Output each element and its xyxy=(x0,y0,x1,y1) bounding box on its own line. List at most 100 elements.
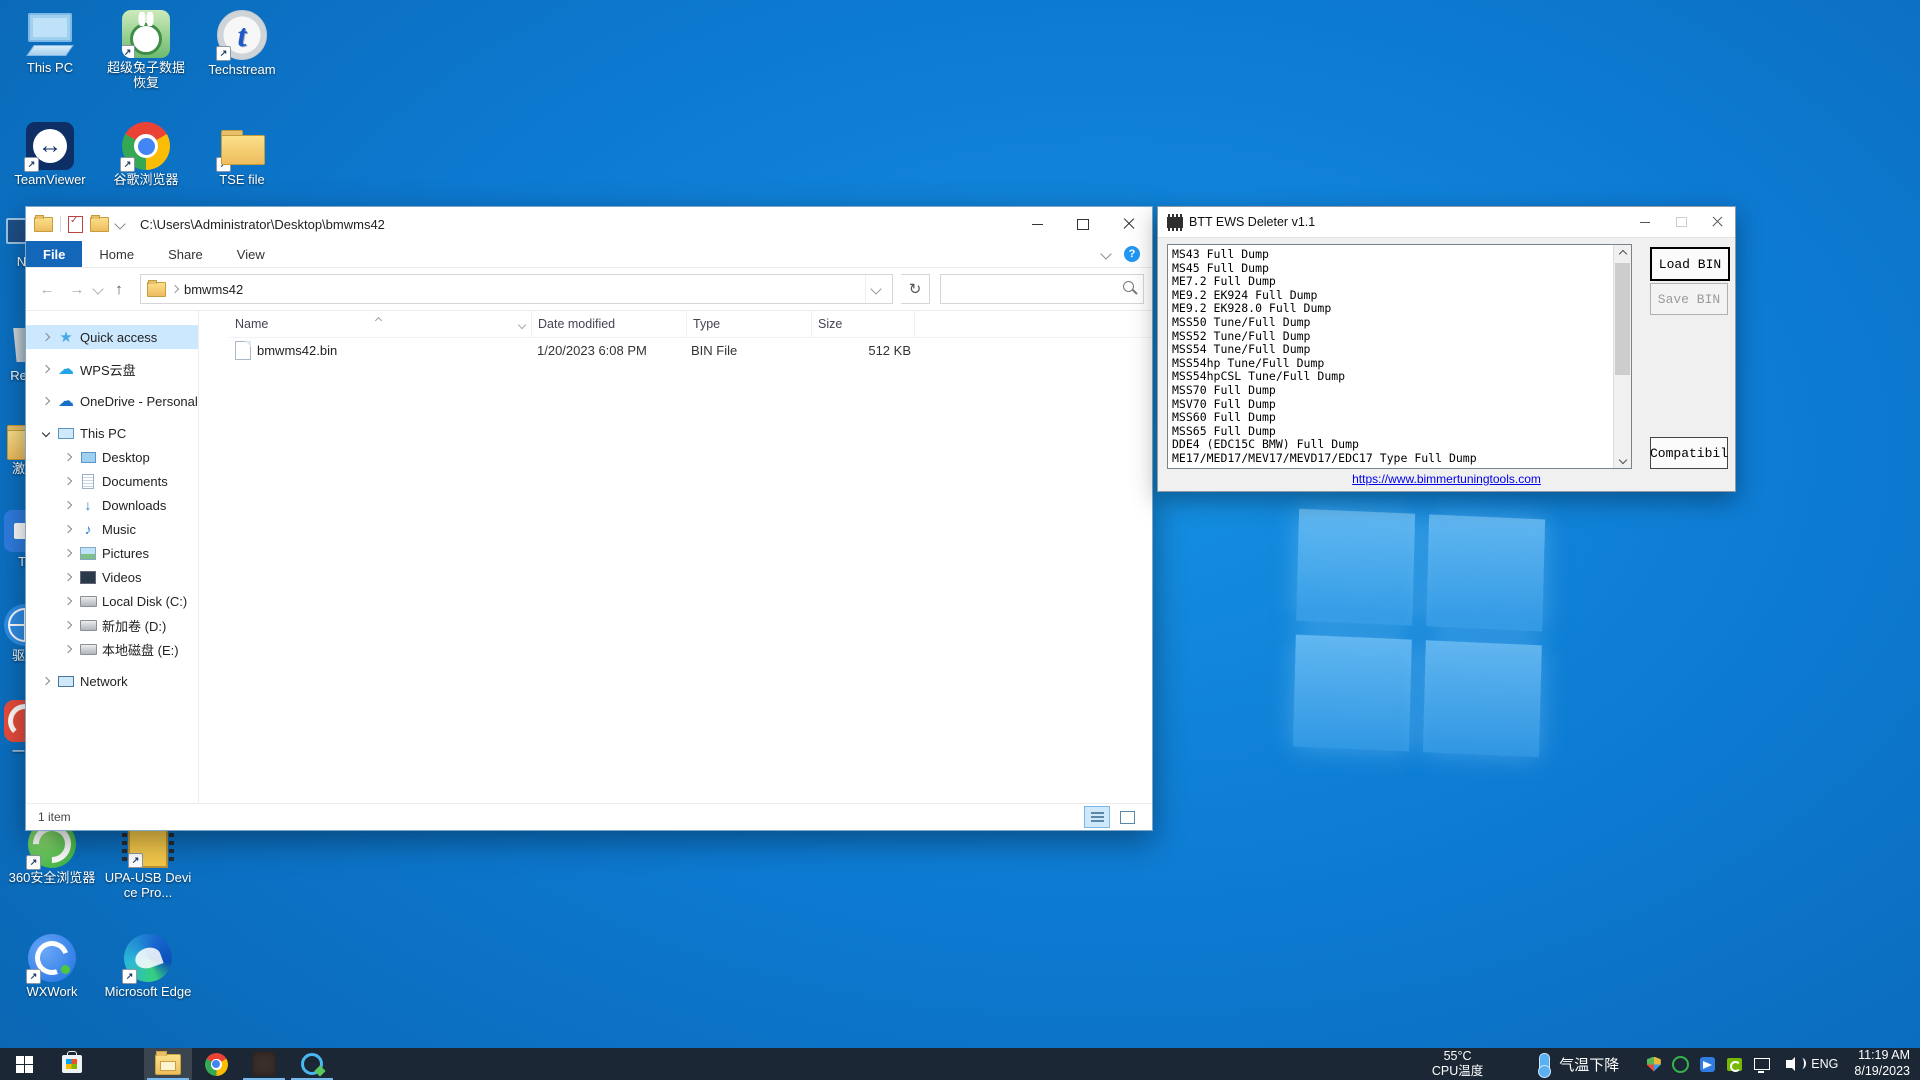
ecu-list-item[interactable]: MS43 Full Dump xyxy=(1172,248,1631,262)
chevron-right-icon[interactable] xyxy=(36,366,56,372)
desktop-icon[interactable]: This PC xyxy=(2,8,98,120)
weather-text[interactable]: 气温下降 xyxy=(1559,1054,1619,1075)
chevron-right-icon[interactable] xyxy=(58,646,78,652)
search-input[interactable] xyxy=(941,282,1119,296)
recent-locations-icon[interactable] xyxy=(92,283,103,294)
ecu-list-item[interactable]: MSS50 Tune/Full Dump xyxy=(1172,316,1631,330)
ecu-list-item[interactable]: MSS54hpCSL Tune/Full Dump xyxy=(1172,370,1631,384)
back-button[interactable] xyxy=(34,276,60,302)
ecu-list-item[interactable]: MSS54 Tune/Full Dump xyxy=(1172,343,1631,357)
sidebar-item-本地磁盘-e-[interactable]: 本地磁盘 (E:) xyxy=(26,637,198,661)
menu-tab-home[interactable]: Home xyxy=(82,241,151,267)
volume-icon[interactable] xyxy=(1780,1056,1797,1073)
cpu-temp-widget[interactable]: 55°C CPU温度 xyxy=(1432,1049,1483,1079)
defender-icon[interactable] xyxy=(1645,1056,1662,1073)
ecu-list-item[interactable]: MSS60 Full Dump xyxy=(1172,411,1631,425)
taskbar-app-360-browser[interactable] xyxy=(96,1048,144,1080)
chevron-right-icon[interactable] xyxy=(58,526,78,532)
taskbar-app-store[interactable] xyxy=(48,1048,96,1080)
sidebar-item-新加卷-d-[interactable]: 新加卷 (D:) xyxy=(26,613,198,637)
ecu-list-item[interactable]: MSS65 Full Dump xyxy=(1172,425,1631,439)
ecu-list-item[interactable]: MSS54hp Tune/Full Dump xyxy=(1172,357,1631,371)
chevron-right-icon[interactable] xyxy=(36,678,56,684)
start-button[interactable] xyxy=(0,1048,48,1080)
chevron-right-icon[interactable] xyxy=(58,550,78,556)
address-dropdown[interactable] xyxy=(865,275,886,303)
network-icon[interactable] xyxy=(1753,1056,1770,1073)
sidebar-item-videos[interactable]: Videos xyxy=(26,565,198,589)
scroll-up-icon[interactable] xyxy=(1614,245,1631,262)
sidebar-item-desktop[interactable]: Desktop xyxy=(26,445,198,469)
ecu-list-item[interactable]: MSS52 Tune/Full Dump xyxy=(1172,330,1631,344)
load-bin-button[interactable]: Load BIN xyxy=(1650,247,1730,281)
ecu-list-item[interactable]: MSV70 Full Dump xyxy=(1172,398,1631,412)
desktop-icon[interactable]: 360安全浏览器 xyxy=(4,818,100,932)
uploader-icon[interactable] xyxy=(1699,1056,1716,1073)
menu-tab-view[interactable]: View xyxy=(220,241,282,267)
menu-tab-file[interactable]: File xyxy=(26,241,82,267)
sidebar-item-local-disk-c-[interactable]: Local Disk (C:) xyxy=(26,589,198,613)
column-header-size[interactable]: Size xyxy=(812,311,915,337)
website-link[interactable]: https://www.bimmertuningtools.com xyxy=(1352,472,1541,486)
sidebar-item-onedrive-personal[interactable]: OneDrive - Personal xyxy=(26,389,198,413)
breadcrumb[interactable]: bmwms42 xyxy=(184,282,243,297)
thermometer-icon[interactable] xyxy=(1539,1053,1550,1075)
desktop-icon[interactable]: 超级兔子数据恢复 xyxy=(98,8,194,120)
desktop-icon[interactable]: UPA-USB Device Pro... xyxy=(100,818,196,932)
sidebar-item-network[interactable]: Network xyxy=(26,669,198,693)
minimize-button[interactable] xyxy=(1627,207,1663,237)
sidebar-item-this-pc[interactable]: This PC xyxy=(26,421,198,445)
chevron-down-icon[interactable] xyxy=(114,218,125,229)
sidebar-item-pictures[interactable]: Pictures xyxy=(26,541,198,565)
chevron-right-icon[interactable] xyxy=(58,622,78,628)
folder-icon[interactable] xyxy=(34,217,53,232)
desktop-icon[interactable]: Techstream xyxy=(194,8,290,120)
chevron-down-icon[interactable] xyxy=(36,430,56,436)
close-button[interactable] xyxy=(1699,207,1735,237)
sidebar-item-wps云盘[interactable]: WPS云盘 xyxy=(26,357,198,381)
large-icons-view-button[interactable] xyxy=(1114,806,1140,828)
properties-icon[interactable] xyxy=(68,216,83,233)
details-view-button[interactable] xyxy=(1084,806,1110,828)
sidebar-item-music[interactable]: Music xyxy=(26,517,198,541)
forward-button[interactable] xyxy=(64,276,90,302)
taskbar-app-dark-app[interactable] xyxy=(240,1048,288,1080)
refresh-button[interactable] xyxy=(901,274,930,304)
minimize-button[interactable] xyxy=(1014,207,1060,241)
chevron-right-icon[interactable] xyxy=(58,502,78,508)
chevron-right-icon[interactable] xyxy=(58,454,78,460)
chevron-right-icon[interactable] xyxy=(36,334,56,340)
taskbar-clock[interactable]: 11:19 AM 8/19/2023 xyxy=(1854,1048,1910,1079)
up-button[interactable] xyxy=(106,276,132,302)
column-header-type[interactable]: Type xyxy=(687,311,812,337)
ecu-list-item[interactable]: ME9.2 EK924 Full Dump xyxy=(1172,289,1631,303)
ecu-list-item[interactable]: DDE4 (EDC15C BMW) Full Dump xyxy=(1172,438,1631,452)
taskbar-app-compass[interactable] xyxy=(288,1048,336,1080)
listbox-scrollbar[interactable] xyxy=(1613,245,1631,468)
chevron-right-icon[interactable] xyxy=(58,598,78,604)
address-bar[interactable]: bmwms42 xyxy=(140,274,893,304)
nvidia-icon[interactable] xyxy=(1726,1056,1743,1073)
help-icon[interactable] xyxy=(1124,246,1140,262)
close-button[interactable] xyxy=(1106,207,1152,241)
scrollbar-thumb[interactable] xyxy=(1615,263,1630,375)
taskbar-app-chrome[interactable] xyxy=(192,1048,240,1080)
compatibility-button[interactable]: Compatibil xyxy=(1650,437,1728,469)
desktop-icon[interactable]: WXWork xyxy=(4,932,100,1046)
ribbon-expand-icon[interactable] xyxy=(1100,248,1111,259)
ecu-list-item[interactable]: ME9.2 EK928.0 Full Dump xyxy=(1172,302,1631,316)
chevron-right-icon[interactable] xyxy=(36,398,56,404)
column-header-date-modified[interactable]: Date modified xyxy=(532,311,687,337)
sidebar-item-quick-access[interactable]: Quick access xyxy=(26,325,198,349)
ecu-list-item[interactable]: MS45 Full Dump xyxy=(1172,262,1631,276)
scroll-down-icon[interactable] xyxy=(1614,451,1631,468)
column-header-name[interactable]: Name xyxy=(229,311,532,337)
taskbar-app-explorer[interactable] xyxy=(144,1048,192,1080)
ecu-list-item[interactable]: MSS70 Full Dump xyxy=(1172,384,1631,398)
menu-tab-share[interactable]: Share xyxy=(151,241,220,267)
sidebar-item-downloads[interactable]: Downloads xyxy=(26,493,198,517)
search-icon[interactable] xyxy=(1119,278,1141,300)
ecu-list-item[interactable]: ME7.2 Full Dump xyxy=(1172,275,1631,289)
desktop-icon[interactable]: Microsoft Edge xyxy=(100,932,196,1046)
chevron-right-icon[interactable] xyxy=(58,478,78,484)
